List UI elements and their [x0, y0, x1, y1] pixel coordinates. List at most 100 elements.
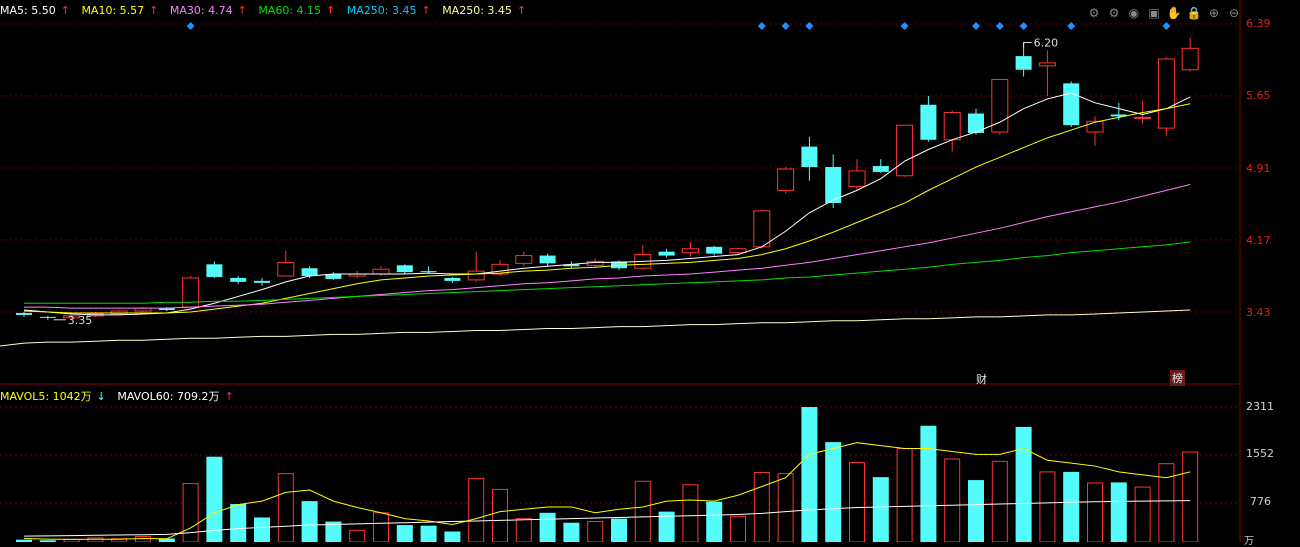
finance-tag[interactable]: 财: [976, 371, 987, 387]
volume-tick-label: 1552: [1246, 447, 1274, 460]
candle-body: [1015, 56, 1032, 70]
volume-bar: [920, 425, 937, 542]
volume-bar: [539, 512, 556, 542]
kline-chart[interactable]: 6.20 3.35: [0, 0, 1300, 542]
candle-body: [920, 104, 937, 140]
candle-body: [254, 280, 270, 283]
ranking-tag[interactable]: 榜: [1170, 370, 1185, 386]
ma-line-ma250: [23, 309, 1191, 344]
volume-bar: [872, 477, 889, 542]
volume-unit-label: 万: [1244, 536, 1254, 547]
volume-bar: [1015, 426, 1032, 542]
candle-body: [1181, 47, 1199, 71]
mavol60-legend: MAVOL60: 709.2万 ↑: [117, 390, 234, 403]
volume-bar: [254, 517, 270, 542]
volume-bar: [301, 501, 318, 542]
volume-bar: [682, 484, 699, 542]
mavol-line-mavol60: [23, 500, 1191, 537]
volume-bar: [468, 477, 485, 542]
event-marker: [972, 22, 980, 30]
volume-bar: [444, 531, 461, 542]
candle-body: [372, 268, 390, 275]
volume-bar: [1039, 471, 1056, 542]
high-price-label: 6.20: [1034, 36, 1059, 49]
candle-body: [1157, 58, 1175, 129]
ma250b-legend: MA250: 3.45 ↑: [442, 4, 527, 17]
candle-body: [1063, 83, 1080, 126]
candle-body: [16, 312, 32, 315]
mavol-line-mavol5: [23, 442, 1191, 540]
event-marker: [1067, 22, 1076, 30]
candle-body: [277, 261, 295, 277]
candle-body: [1134, 116, 1152, 119]
zoom-in-icon[interactable]: ⊕: [1206, 5, 1222, 21]
chart-toolbar: ⚙ ⚙ ◉ ▣ ✋ 🔒 ⊕ ⊖: [1086, 5, 1242, 21]
candle-body: [515, 255, 533, 264]
event-marker: [1162, 22, 1171, 30]
event-marker: [186, 22, 195, 30]
event-marker: [1019, 22, 1028, 30]
volume-bar: [396, 525, 413, 542]
price-tick-label: 6.39: [1246, 17, 1271, 30]
volume-bar: [777, 473, 794, 542]
high-pointer: [1023, 41, 1032, 49]
ma60-legend: MA60: 4.15 ↑: [258, 4, 336, 17]
candle-body: [396, 265, 413, 273]
volume-bar: [896, 448, 913, 542]
gear-icon[interactable]: ⚙: [1086, 5, 1102, 21]
volume-tick-label: 2311: [1246, 400, 1274, 413]
volume-bar: [277, 473, 294, 542]
volume-bar: [968, 480, 984, 542]
volume-bar: [730, 515, 746, 542]
volume-bar: [944, 458, 961, 542]
volume-bar: [1158, 463, 1175, 542]
volume-bar: [1182, 451, 1199, 542]
price-tick-label: 5.65: [1246, 89, 1271, 102]
candle-body: [658, 251, 675, 256]
volume-tick-label: 776: [1250, 495, 1271, 508]
candle-body: [230, 277, 247, 282]
candle-body: [301, 268, 318, 276]
settings-icon[interactable]: ⚙: [1106, 5, 1122, 21]
ma-line-ma250-tail: [0, 342, 25, 347]
volume-bar: [753, 471, 770, 542]
candle-body: [943, 112, 961, 141]
candle-body: [1086, 120, 1104, 133]
briefcase-icon[interactable]: ▣: [1146, 5, 1162, 21]
volume-bar: [825, 442, 842, 542]
zoom-out-icon[interactable]: ⊖: [1226, 5, 1242, 21]
volume-bar: [1110, 482, 1127, 542]
price-tick-label: 4.17: [1246, 234, 1271, 247]
volume-bar: [87, 537, 104, 542]
candle-body: [896, 124, 914, 177]
volume-bar: [230, 504, 247, 542]
candle-body: [848, 170, 866, 187]
candle-body: [39, 316, 56, 318]
event-marker: [900, 22, 909, 30]
volume-bar: [611, 518, 627, 542]
candle-body: [753, 210, 771, 248]
candle-body: [206, 264, 223, 277]
volume-bar: [634, 480, 651, 542]
candle-body: [777, 168, 795, 191]
volume-bar: [492, 488, 508, 542]
candle-body: [444, 277, 461, 281]
candle-body: [801, 146, 818, 168]
eye-icon[interactable]: ◉: [1126, 5, 1142, 21]
ma30-legend: MA30: 4.74 ↑: [169, 4, 247, 17]
candle-body: [706, 246, 723, 254]
hand-icon[interactable]: ✋: [1166, 5, 1182, 21]
volume-bar: [206, 456, 223, 542]
low-price-label: 3.35: [68, 314, 93, 327]
volume-bar: [515, 518, 532, 542]
candle-body: [681, 248, 699, 254]
event-marker: [781, 22, 790, 30]
lock-icon[interactable]: 🔒: [1186, 5, 1202, 21]
ma5-legend: MA5: 5.50 ↑: [0, 4, 70, 17]
volume-bar: [849, 462, 865, 542]
price-tick-label: 4.91: [1246, 162, 1271, 175]
candle-body: [872, 166, 889, 172]
event-marker: [995, 22, 1004, 30]
ma250a-legend: MA250: 3.45 ↑: [346, 4, 431, 17]
volume-bar: [991, 460, 1008, 542]
